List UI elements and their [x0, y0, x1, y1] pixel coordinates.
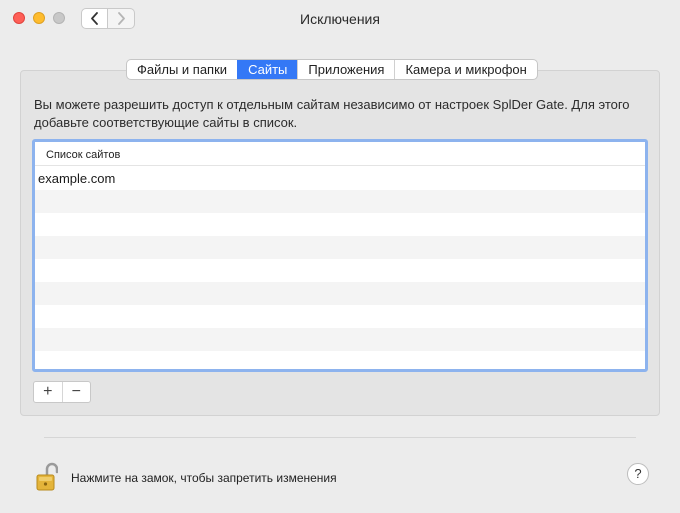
list-item[interactable] [35, 305, 645, 328]
list-item[interactable]: example.com [35, 167, 645, 190]
tab-applications[interactable]: Приложения [297, 60, 394, 79]
tab-camera-microphone[interactable]: Камера и микрофон [394, 60, 536, 79]
title-bar: Исключения [0, 0, 680, 38]
tab-files-folders[interactable]: Файлы и папки [127, 60, 237, 79]
site-list[interactable]: Список сайтов example.com [32, 139, 648, 372]
help-button[interactable]: ? [627, 463, 649, 485]
tab-bar: Файлы и папки Сайты Приложения Камера и … [126, 59, 538, 80]
list-item[interactable] [35, 351, 645, 369]
add-remove-control: + − [33, 381, 91, 403]
window-title: Исключения [300, 11, 380, 27]
list-item[interactable] [35, 259, 645, 282]
lock-icon[interactable] [36, 462, 59, 492]
list-item[interactable] [35, 236, 645, 259]
site-list-column-header[interactable]: Список сайтов [35, 142, 645, 166]
list-item[interactable] [35, 213, 645, 236]
add-site-button[interactable]: + [34, 382, 62, 402]
site-list-rows: example.com [35, 167, 645, 369]
lock-status-text: Нажмите на замок, чтобы запретить измене… [71, 471, 337, 485]
exceptions-window: Исключения Файлы и папки Сайты Приложени… [0, 0, 680, 513]
list-item[interactable] [35, 190, 645, 213]
sites-description: Вы можете разрешить доступ к отдельным с… [34, 97, 630, 130]
list-item[interactable] [35, 328, 645, 351]
list-item[interactable] [35, 282, 645, 305]
footer-divider [44, 437, 636, 438]
unlocked-padlock-icon [36, 462, 59, 491]
tab-sites[interactable]: Сайты [237, 60, 298, 79]
remove-site-button[interactable]: − [61, 382, 91, 402]
